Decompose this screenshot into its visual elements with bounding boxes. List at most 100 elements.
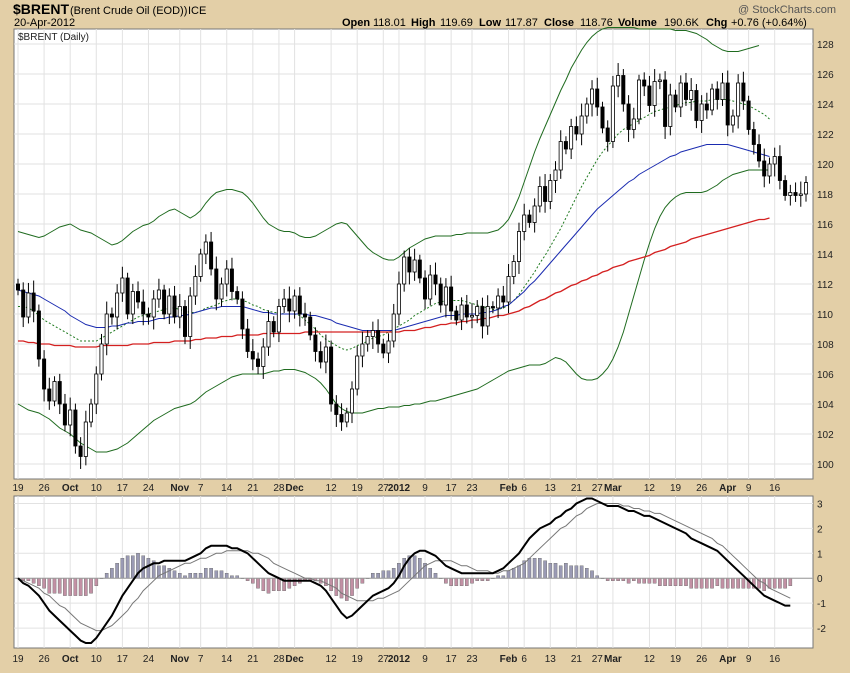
x-tick-label-bottom: 9	[422, 654, 428, 665]
candle-body	[569, 126, 574, 150]
price-tick-label: 104	[817, 400, 834, 411]
histogram-bar	[162, 565, 166, 579]
candle-body	[475, 306, 480, 316]
candle-body	[657, 79, 662, 82]
histogram-bar	[329, 578, 333, 591]
macd-tick-label: 3	[817, 499, 823, 510]
histogram-bar	[506, 570, 511, 579]
candle-body	[710, 88, 715, 111]
volume-value: 190.6K	[664, 17, 700, 29]
histogram-bar	[376, 573, 380, 579]
x-tick-label-bottom: 24	[143, 654, 155, 665]
histogram-bar	[741, 578, 746, 589]
histogram-bar	[699, 578, 704, 589]
x-tick-label: 23	[466, 483, 478, 494]
histogram-bar	[564, 563, 568, 579]
x-tick-label-bottom: 26	[696, 654, 708, 665]
histogram-bar	[449, 578, 453, 586]
candle-body	[407, 256, 412, 273]
candle-body	[47, 388, 52, 402]
candle-body	[496, 295, 501, 309]
macd-tick-label: -1	[817, 599, 826, 610]
price-y-axis: 100 102 104 106 108 110 112 114 116 118 120 122 124 1…	[817, 40, 834, 471]
candle-body	[621, 75, 626, 105]
legend-label: $BRENT (Daily)	[18, 32, 89, 43]
x-tick-label-bottom: 19	[352, 654, 364, 665]
candle-body	[78, 445, 83, 457]
histogram-bar	[470, 578, 474, 584]
x-tick-label: 26	[696, 483, 708, 494]
candle-body	[21, 289, 26, 318]
x-tick-label: 12	[644, 483, 656, 494]
histogram-bar	[433, 573, 438, 579]
candle-body	[428, 274, 433, 300]
candle-body	[193, 276, 198, 297]
x-tick-label: 9	[422, 483, 428, 494]
histogram-bar	[543, 560, 547, 579]
x-tick-label: 28	[273, 483, 285, 494]
watermark: @ StockCharts.com	[738, 4, 836, 16]
candle-body	[42, 358, 47, 390]
price-tick-label: 102	[817, 430, 834, 441]
open-value: 118.01	[373, 17, 406, 29]
histogram-bar	[63, 578, 67, 596]
candle-body	[767, 163, 772, 177]
x-tick-label: 14	[221, 483, 233, 494]
histogram-bar	[177, 573, 182, 579]
histogram-bar	[256, 578, 260, 589]
histogram-bar	[772, 578, 777, 589]
candle-body	[746, 100, 751, 130]
x-tick-label: 21	[247, 483, 259, 494]
x-tick-label-bottom: 21	[571, 654, 583, 665]
x-tick-label-bottom: 2012	[388, 654, 411, 665]
x-tick-label: 19	[670, 483, 682, 494]
high-value: 119.69	[440, 17, 473, 29]
x-tick-label-bottom: Apr	[719, 654, 736, 665]
x-tick-label-bottom: 28	[273, 654, 285, 665]
candle-body	[485, 306, 490, 327]
histogram-bar	[574, 565, 579, 579]
candle-body	[26, 292, 31, 318]
price-tick-label: 100	[817, 460, 834, 471]
candle-body	[637, 79, 642, 120]
histogram-bar	[663, 578, 667, 586]
x-tick-label-bottom: 6	[521, 654, 527, 665]
candle-body	[443, 286, 448, 306]
candle-body	[115, 292, 120, 318]
candle-body	[595, 88, 600, 108]
candle-body	[725, 82, 730, 126]
candle-body	[130, 291, 135, 315]
candle-body	[459, 304, 464, 321]
candle-body	[177, 306, 182, 318]
candle-body	[287, 298, 292, 312]
candle-body	[684, 82, 689, 100]
candle-body	[422, 277, 427, 300]
candle-body	[517, 231, 522, 262]
candle-body	[209, 241, 214, 270]
histogram-bar	[277, 578, 281, 591]
histogram-bar	[579, 565, 584, 579]
x-tick-label: Mar	[604, 483, 622, 494]
candle-body	[751, 129, 756, 145]
candle-body	[574, 126, 579, 135]
histogram-bar	[647, 578, 652, 584]
candle-body	[52, 381, 57, 402]
candle-body	[386, 340, 391, 354]
chart-stage: $BRENT (Brent Crude Oil (EOD)) ICE 20-Ap…	[0, 0, 850, 668]
stock-chart: $BRENT (Brent Crude Oil (EOD)) ICE 20-Ap…	[12, 1, 836, 665]
candle-body	[762, 160, 767, 177]
candle-body	[219, 283, 224, 300]
candle-body	[370, 330, 375, 337]
candle-body	[349, 388, 354, 414]
candle-body	[99, 343, 104, 375]
candle-body	[162, 289, 167, 315]
histogram-bar	[731, 578, 735, 589]
candle-body	[135, 291, 140, 303]
histogram-bar	[710, 578, 714, 589]
histogram-bar	[428, 568, 433, 579]
x-tick-label: 2012	[388, 483, 411, 494]
histogram-bar	[110, 568, 114, 579]
candle-body	[563, 141, 568, 150]
macd-tick-label: 0	[817, 574, 823, 585]
histogram-bar	[68, 578, 72, 596]
